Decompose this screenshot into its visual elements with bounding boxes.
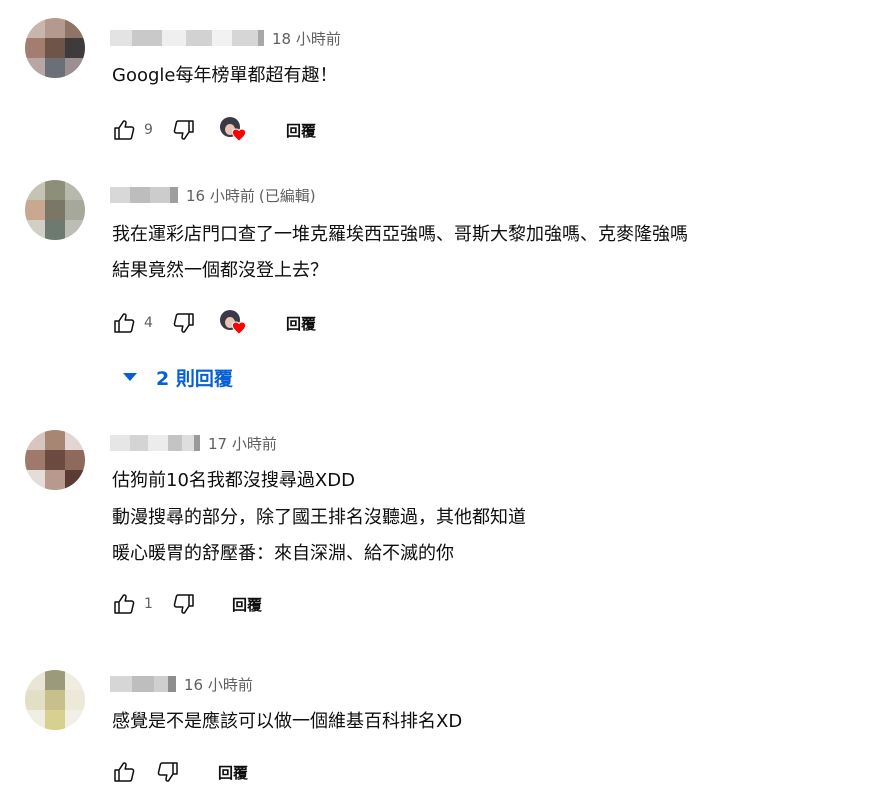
comment-text: 估狗前10名我都沒搜尋過XDD (112, 470, 355, 491)
comment-actions: 9 回覆 (108, 115, 316, 145)
like-count: 4 (144, 315, 153, 331)
reply-button[interactable]: 回覆 (286, 120, 316, 141)
comment-timestamp[interactable]: 16 小時前 (184, 674, 253, 695)
thumbs-down-icon (172, 311, 196, 335)
comment-meta: 16 小時前 (已編輯) (110, 184, 316, 206)
comment-text: Google每年榜單都超有趣！ (112, 65, 338, 86)
like-button[interactable] (108, 308, 140, 338)
author-name-redacted[interactable] (110, 30, 264, 46)
commenter-avatar[interactable] (25, 430, 85, 490)
thumbs-up-icon (112, 592, 136, 616)
creator-heart-icon (231, 127, 247, 143)
thumbs-up-icon (112, 760, 136, 784)
reply-button[interactable]: 回覆 (232, 594, 262, 615)
comment-text: 動漫搜尋的部分，除了國王排名沒聽過，其他都知道 (112, 507, 526, 528)
thumbs-up-icon (112, 118, 136, 142)
comment-meta: 16 小時前 (110, 673, 253, 695)
like-button[interactable] (108, 115, 140, 145)
comment-text: 我在運彩店門口查了一堆克羅埃西亞強嗎、哥斯大黎加強嗎、克麥隆強嗎 (112, 224, 688, 245)
comment-actions: 回覆 (108, 757, 248, 787)
creator-heart-badge (220, 310, 246, 336)
dislike-button[interactable] (168, 308, 200, 338)
timestamp-text: 16 小時前 (186, 186, 255, 205)
thumbs-down-icon (172, 118, 196, 142)
commenter-avatar[interactable] (25, 180, 85, 240)
comment-actions: 1 回覆 (108, 589, 262, 619)
caret-down-icon (123, 373, 137, 381)
reply-button[interactable]: 回覆 (286, 313, 316, 334)
thumbs-down-icon (156, 760, 180, 784)
reply-button[interactable]: 回覆 (218, 762, 248, 783)
edited-label: (已編輯) (258, 186, 316, 205)
view-replies-button[interactable]: 2 則回覆 (120, 362, 233, 392)
like-button[interactable] (108, 757, 140, 787)
like-count: 1 (144, 596, 153, 612)
comment-timestamp[interactable]: 16 小時前 (已編輯) (186, 185, 316, 206)
replies-count-label: 2 則回覆 (156, 367, 233, 390)
comment-timestamp[interactable]: 17 小時前 (208, 433, 277, 454)
dislike-button[interactable] (168, 115, 200, 145)
author-name-redacted[interactable] (110, 435, 200, 451)
author-name-redacted[interactable] (110, 676, 176, 692)
comment-meta: 17 小時前 (110, 432, 277, 454)
dislike-button[interactable] (152, 757, 184, 787)
commenter-avatar[interactable] (25, 670, 85, 730)
comment-text: 結果竟然一個都沒登上去？ (112, 260, 328, 281)
comment-text: 暖心暖胃的舒壓番：來自深淵、給不滅的你 (112, 543, 454, 564)
comment-meta: 18 小時前 (110, 27, 341, 49)
like-button[interactable] (108, 589, 140, 619)
thumbs-down-icon (172, 592, 196, 616)
creator-heart-icon (231, 320, 247, 336)
comment-actions: 4 回覆 (108, 308, 316, 338)
thumbs-up-icon (112, 311, 136, 335)
comment-timestamp[interactable]: 18 小時前 (272, 28, 341, 49)
commenter-avatar[interactable] (25, 18, 85, 78)
dislike-button[interactable] (168, 589, 200, 619)
creator-heart-badge (220, 117, 246, 143)
comment-text: 感覺是不是應該可以做一個維基百科排名XD (112, 711, 463, 732)
like-count: 9 (144, 122, 153, 138)
author-name-redacted[interactable] (110, 187, 178, 203)
